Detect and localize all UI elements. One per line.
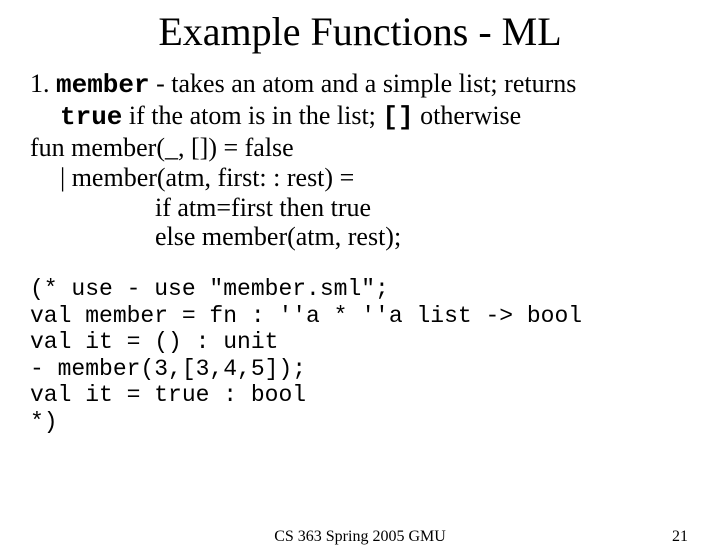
- func-name: member: [56, 70, 150, 100]
- body-content: 1. member - takes an atom and a simple l…: [30, 69, 690, 252]
- code-line-2: | member(atm, first: : rest) =: [30, 163, 690, 193]
- repl-line-4: - member(3,[3,4,5]);: [30, 356, 690, 382]
- slide-title: Example Functions - ML: [30, 8, 690, 55]
- repl-line-2: val member = fn : ''a * ''a list -> bool: [30, 303, 690, 329]
- repl-block: (* use - use "member.sml";val member = f…: [30, 276, 690, 435]
- code-line-3: if atm=first then true: [30, 193, 690, 223]
- slide: Example Functions - ML 1. member - takes…: [0, 0, 720, 540]
- repl-line-5: val it = true : bool: [30, 382, 690, 408]
- code-line-1: fun member(_, []) = false: [30, 133, 690, 163]
- repl-line-3: val it = () : unit: [30, 329, 690, 355]
- item-number: 1.: [30, 69, 50, 98]
- footer-center-text: CS 363 Spring 2005 GMU: [0, 528, 720, 546]
- repl-line-1: (* use - use "member.sml";: [30, 276, 690, 302]
- keyword-empty-list: []: [382, 102, 413, 132]
- desc-part1: - takes an atom and a simple list; retur…: [150, 69, 577, 98]
- desc-part3: otherwise: [414, 101, 522, 130]
- item-1-cont: true if the atom is in the list; [] othe…: [30, 101, 690, 133]
- item-1: 1. member - takes an atom and a simple l…: [30, 69, 690, 101]
- repl-line-6: *): [30, 409, 690, 435]
- desc-part2: if the atom is in the list;: [122, 101, 382, 130]
- keyword-true: true: [60, 102, 122, 132]
- page-number: 21: [672, 528, 688, 546]
- code-line-4: else member(atm, rest);: [30, 222, 690, 252]
